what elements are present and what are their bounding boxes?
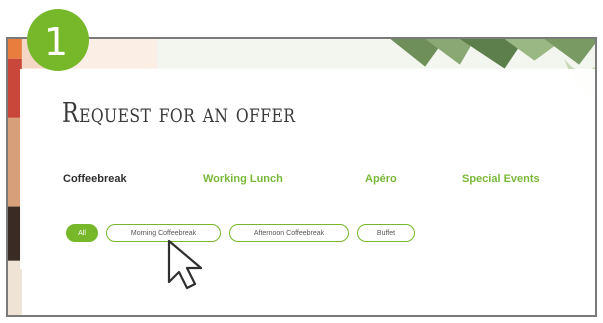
filter-chip-afternoon-coffeebreak[interactable]: Afternoon Coffeebreak [229, 224, 349, 242]
category-tabs: Coffeebreak Working Lunch Apéro Special … [0, 173, 603, 191]
tab-working-lunch[interactable]: Working Lunch [203, 173, 283, 185]
page-title: Request for an offer [62, 98, 296, 129]
mouse-pointer-icon [167, 239, 203, 290]
step-number: 1 [43, 20, 69, 64]
filter-chip-all[interactable]: All [66, 224, 98, 242]
filter-chip-buffet[interactable]: Buffet [357, 224, 415, 242]
tab-apero[interactable]: Apéro [365, 173, 397, 185]
tab-coffeebreak[interactable]: Coffeebreak [63, 173, 127, 185]
filter-chips: All Morning Coffeebreak Afternoon Coffee… [0, 224, 603, 246]
tab-special-events[interactable]: Special Events [462, 173, 540, 185]
step-number-badge: 1 [27, 9, 89, 71]
